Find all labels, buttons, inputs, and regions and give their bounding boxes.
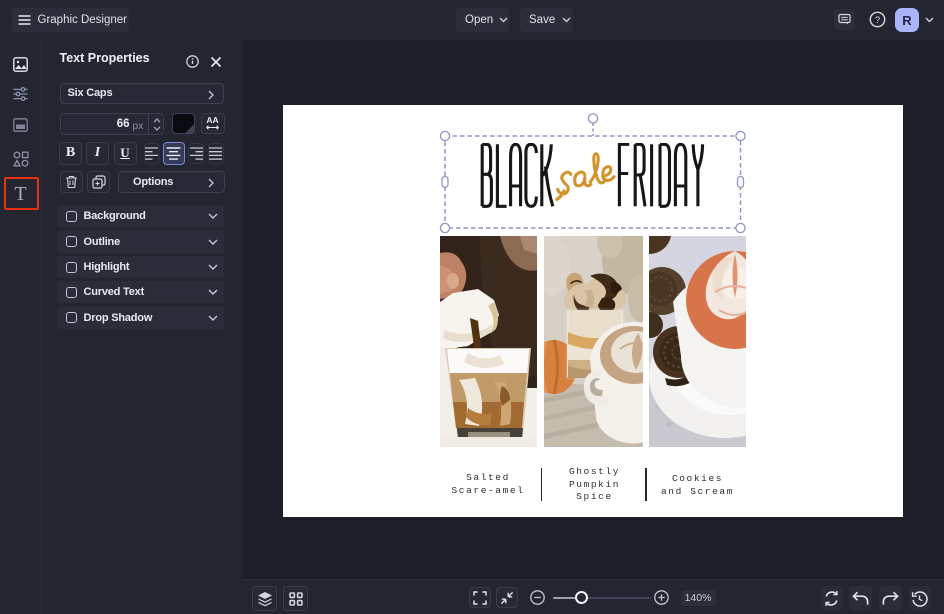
svg-text:AA: AA	[206, 116, 218, 125]
svg-text:?: ?	[875, 15, 880, 26]
